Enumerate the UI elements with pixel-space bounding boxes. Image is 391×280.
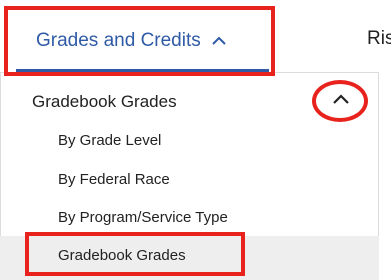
selected-row-background — [0, 236, 379, 280]
tab-grades-and-credits[interactable]: Grades and Credits — [16, 12, 269, 72]
menu-item-by-federal-race[interactable]: By Federal Race — [58, 171, 170, 188]
top-navigation: Grades and Credits Ris — [0, 0, 391, 75]
chevron-up-icon — [332, 92, 350, 110]
menu-item-gradebook-grades[interactable]: Gradebook Grades — [58, 247, 186, 264]
tab-grades-and-credits-label: Grades and Credits — [36, 29, 201, 51]
menu-item-by-program-service-type[interactable]: By Program/Service Type — [58, 209, 228, 226]
menu-item-by-grade-level[interactable]: By Grade Level — [58, 132, 161, 149]
chevron-up-icon — [211, 36, 227, 46]
menu-section-title: Gradebook Grades — [32, 92, 177, 111]
tab-next[interactable]: Ris — [367, 28, 391, 50]
collapse-section-button[interactable] — [322, 88, 360, 114]
